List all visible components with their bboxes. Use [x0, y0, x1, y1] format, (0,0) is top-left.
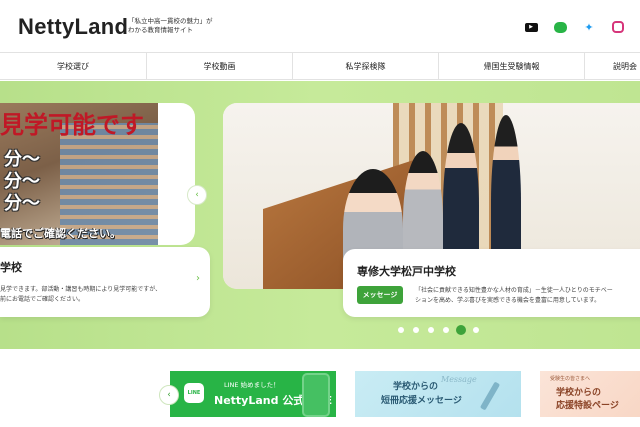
message-banner[interactable]: Message 学校からの 短冊応援メッセージ: [355, 371, 521, 417]
pen-icon: [479, 381, 501, 411]
carousel-dot-2[interactable]: [413, 327, 419, 333]
site-logo[interactable]: NettyLand: [18, 14, 128, 40]
slide-left-card[interactable]: 学校 見学できます。部活動・講習も時期により見学可能ですが、 前にお電話でご確認…: [0, 247, 210, 317]
tagline-line-1: 「私立中高一貫校の魅力」が: [128, 17, 213, 25]
site-header: NettyLand 「私立中高一貫校の魅力」が わかる教育情報サイト ▶ ✦: [0, 0, 640, 52]
message-banner-line-2: 短冊応援メッセージ: [381, 396, 462, 406]
slide-main-desc: 「社会に貢献できる知性豊かな人材の育成」－生徒一人ひとりのモチベー ションを高め…: [415, 286, 613, 306]
carousel-dot-1[interactable]: [398, 327, 404, 333]
youtube-icon: ▶: [524, 22, 538, 32]
site-tagline: 「私立中高一貫校の魅力」が わかる教育情報サイト: [128, 17, 213, 35]
banner-row: LINE LINE 始めました！ NettyLand 公式LINE ‹ Mess…: [0, 349, 640, 427]
chevron-right-icon[interactable]: ›: [196, 273, 200, 284]
special-banner-line-1: 学校からの: [556, 388, 602, 398]
school-building-photo: 見学可能です 分〜 分〜 分〜 電話でご確認ください。: [0, 103, 158, 245]
slide-main-title: 専修大学松戸中学校: [357, 265, 456, 278]
carousel-prev-button[interactable]: ‹: [187, 185, 207, 205]
instagram-button[interactable]: [608, 17, 628, 37]
phone-icon: [302, 373, 330, 417]
message-button[interactable]: メッセージ: [357, 286, 403, 304]
carousel-dot-3[interactable]: [428, 327, 434, 333]
slide-left-red-text: 見学可能です: [0, 111, 144, 139]
twitter-button[interactable]: ✦: [579, 17, 599, 37]
carousel-dot-5[interactable]: [456, 325, 466, 335]
slide-left-card-desc: 見学できます。部活動・講習も時期により見学可能ですが、 前にお電話でご確認くださ…: [0, 285, 161, 305]
special-banner-line-2: 応援特設ページ: [556, 401, 619, 411]
slide-left-desc-line-2: 前にお電話でご確認ください。: [0, 296, 85, 303]
message-banner-script: Message: [441, 375, 477, 384]
special-page-banner[interactable]: 受験生の皆さまへ 学校からの 応援特設ページ: [540, 371, 640, 417]
slide-left-card-title: 学校: [0, 261, 22, 274]
banner-prev-button[interactable]: ‹: [159, 385, 179, 405]
hero-carousel: 見学可能です 分〜 分〜 分〜 電話でご確認ください。 学校 見学できます。部活…: [0, 81, 640, 349]
line-official-banner[interactable]: LINE LINE 始めました！ NettyLand 公式LINE: [170, 371, 336, 417]
youtube-button[interactable]: ▶: [521, 17, 541, 37]
nav-item-school-videos[interactable]: 学校動画: [147, 53, 293, 80]
slide-left-desc-line-1: 見学できます。部活動・講習も時期により見学可能ですが、: [0, 286, 162, 293]
nav-item-exploration[interactable]: 私学探検隊: [293, 53, 439, 80]
message-banner-line-1: 学校からの: [393, 382, 439, 392]
carousel-dot-4[interactable]: [443, 327, 449, 333]
line-icon: LINE: [184, 383, 204, 403]
nav-item-school-search[interactable]: 学校選び: [0, 53, 147, 80]
instagram-icon: [612, 21, 624, 33]
tagline-line-2: わかる教育情報サイト: [128, 26, 193, 34]
slide-left-time-3: 分〜: [4, 193, 40, 214]
nav-item-returnee-info[interactable]: 帰国生受験情報: [439, 53, 585, 80]
slide-main-desc-line-2: ションを高め、学ぶ喜びを実感できる機会を豊富に用意しています。: [415, 297, 601, 304]
carousel-dot-6[interactable]: [473, 327, 479, 333]
slide-main-card[interactable]: 専修大学松戸中学校 メッセージ 「社会に貢献できる知性豊かな人材の育成」－生徒一…: [343, 249, 640, 317]
main-nav: 学校選び 学校動画 私学探検隊 帰国生受験情報 説明会: [0, 52, 640, 80]
line-icon: [553, 21, 567, 33]
chevron-left-icon: ‹: [195, 190, 199, 200]
slide-main-desc-line-1: 「社会に貢献できる知性豊かな人材の育成」－生徒一人ひとりのモチベー: [415, 287, 613, 294]
line-button[interactable]: [550, 17, 570, 37]
slide-left-confirm: 電話でご確認ください。: [0, 227, 121, 240]
nav-item-briefing[interactable]: 説明会: [585, 53, 640, 80]
slide-left-image[interactable]: 見学可能です 分〜 分〜 分〜 電話でご確認ください。: [0, 103, 195, 245]
twitter-icon: ✦: [584, 20, 594, 34]
special-banner-small: 受験生の皆さまへ: [550, 376, 591, 382]
chevron-left-icon: ‹: [167, 390, 171, 400]
line-banner-small: LINE 始めました！: [224, 381, 280, 389]
